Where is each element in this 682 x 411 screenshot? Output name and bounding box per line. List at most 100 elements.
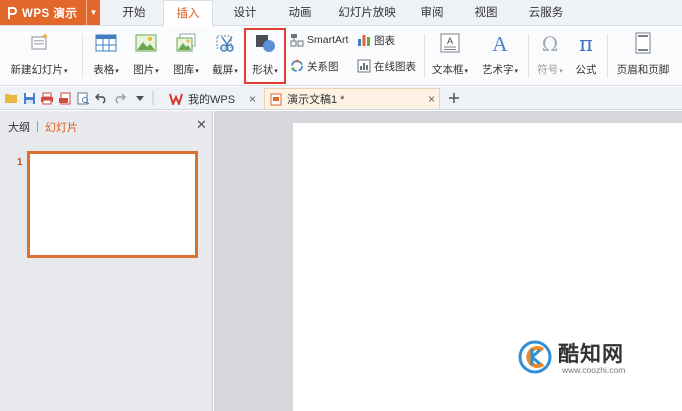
tab-view[interactable]: 视图 <box>466 0 506 26</box>
close-panel-icon[interactable]: ✕ <box>196 117 207 133</box>
gallery-button[interactable]: 图库▾ <box>168 30 204 80</box>
symbol-label: 符号 <box>537 64 559 76</box>
tab-animation[interactable]: 动画 <box>280 0 320 26</box>
screenshot-label: 截屏 <box>212 64 234 76</box>
screenshot-dropdown-icon: ▾ <box>234 68 238 75</box>
tab-cloud[interactable]: 云服务 <box>521 0 571 26</box>
undo-icon[interactable] <box>94 91 108 105</box>
quick-access-bar: 我的WPS × 演示文稿1 * × <box>0 87 682 110</box>
print-icon[interactable] <box>40 91 54 105</box>
print-preview-icon[interactable] <box>76 91 90 105</box>
svg-text:A: A <box>447 36 453 46</box>
new-slide-label: 新建幻灯片 <box>10 64 63 76</box>
presentation-file-icon <box>268 92 284 106</box>
table-button[interactable]: 表格▾ <box>88 30 124 80</box>
formula-button[interactable]: π 公式 <box>570 30 602 80</box>
header-footer-icon <box>632 32 654 54</box>
watermark-name: 酷知网 <box>558 343 624 366</box>
wps-logo-icon <box>5 6 19 20</box>
svg-text:A: A <box>492 32 508 54</box>
tab-home[interactable]: 开始 <box>114 0 154 26</box>
smartart-button[interactable]: SmartArt <box>290 32 348 48</box>
relation-diagram-icon <box>290 59 304 73</box>
app-name: WPS 演示 <box>22 7 78 20</box>
export-pdf-icon[interactable] <box>58 91 72 105</box>
watermark-url: www.coozhi.com <box>562 365 626 375</box>
ribbon-divider <box>424 34 425 78</box>
ribbon-insert: 新建幻灯片▾ 表格▾ 图片▾ 图库▾ 截屏▾ 形状▾ SmartArt 图表 关… <box>0 26 682 86</box>
chart-icon <box>357 33 371 47</box>
symbol-dropdown-icon: ▾ <box>559 68 563 75</box>
tab-my-wps[interactable]: 我的WPS × <box>168 88 258 109</box>
formula-label: 公式 <box>575 64 597 76</box>
online-chart-button[interactable]: 在线图表 <box>357 58 416 74</box>
textbox-dropdown-icon: ▾ <box>464 68 468 75</box>
screenshot-button[interactable]: 截屏▾ <box>207 30 243 80</box>
svg-text:π: π <box>579 32 593 54</box>
panel-tabs: 大纲 幻灯片 ✕ <box>0 111 213 139</box>
symbol-button[interactable]: Ω 符号▾ <box>532 30 568 80</box>
shape-highlight-box <box>244 28 286 84</box>
new-tab-plus-icon[interactable] <box>447 91 461 105</box>
close-tab-icon[interactable]: × <box>249 92 256 106</box>
close-document-tab-icon[interactable]: × <box>428 92 435 106</box>
customize-quick-access-icon[interactable] <box>134 91 146 105</box>
slide-number: 1 <box>17 157 23 168</box>
ribbon-divider <box>607 34 608 78</box>
tab-document-label: 演示文稿1 * <box>287 94 345 106</box>
picture-icon <box>135 32 157 54</box>
table-label: 表格 <box>93 64 115 76</box>
omega-symbol-icon: Ω <box>539 32 561 54</box>
tab-slides[interactable]: 幻灯片 <box>45 119 78 135</box>
slides-panel: 大纲 幻灯片 ✕ 1 <box>0 111 213 411</box>
wordart-icon: A <box>489 32 511 54</box>
gallery-dropdown-icon: ▾ <box>195 68 199 75</box>
app-menu-dropdown-icon[interactable]: ▼ <box>86 0 100 25</box>
ribbon-divider <box>82 34 83 78</box>
tab-insert[interactable]: 插入 <box>163 0 213 26</box>
save-icon[interactable] <box>22 91 36 105</box>
watermark: 酷知网 www.coozhi.com <box>518 338 668 382</box>
new-slide-dropdown-icon: ▾ <box>63 68 68 75</box>
tab-document[interactable]: 演示文稿1 * × <box>264 88 440 109</box>
svg-text:Ω: Ω <box>542 32 559 54</box>
tab-review[interactable]: 审阅 <box>412 0 452 26</box>
new-slide-button[interactable]: 新建幻灯片▾ <box>4 30 74 80</box>
wps-w-logo-icon <box>168 92 184 106</box>
relation-diagram-label: 关系图 <box>307 60 339 73</box>
picture-label: 图片 <box>133 64 155 76</box>
chart-label: 图表 <box>374 34 395 47</box>
redo-icon[interactable] <box>112 91 126 105</box>
screenshot-icon <box>214 32 236 54</box>
tab-my-wps-label: 我的WPS <box>188 93 236 106</box>
gallery-icon <box>175 32 197 54</box>
online-chart-icon <box>357 59 371 73</box>
wordart-label: 艺术字 <box>481 64 514 76</box>
panel-tab-divider <box>37 121 38 132</box>
tab-slideshow[interactable]: 幻灯片放映 <box>334 0 400 26</box>
table-icon <box>95 32 117 54</box>
tab-design[interactable]: 设计 <box>225 0 265 26</box>
textbox-icon: A <box>439 32 461 54</box>
picture-button[interactable]: 图片▾ <box>128 30 164 80</box>
menu-bar: WPS 演示 ▼ 开始 插入 设计 动画 幻灯片放映 审阅 视图 云服务 <box>0 0 682 26</box>
open-folder-icon[interactable] <box>4 91 18 105</box>
slide-thumbnail[interactable] <box>27 151 198 258</box>
ribbon-divider <box>528 34 529 78</box>
wordart-button[interactable]: A 艺术字▾ <box>478 30 522 80</box>
pi-formula-icon: π <box>575 32 597 54</box>
chart-button[interactable]: 图表 <box>357 32 395 48</box>
textbox-label: 文本框 <box>431 64 464 76</box>
tab-outline[interactable]: 大纲 <box>8 119 30 135</box>
online-chart-label: 在线图表 <box>374 60 416 73</box>
gallery-label: 图库 <box>173 64 195 76</box>
header-footer-label: 页眉和页脚 <box>616 64 670 76</box>
app-menu-button[interactable]: WPS 演示 ▼ <box>0 0 100 25</box>
header-footer-button[interactable]: 页眉和页脚 <box>612 30 674 80</box>
wordart-dropdown-icon: ▾ <box>514 68 518 75</box>
table-dropdown-icon: ▾ <box>115 68 119 75</box>
textbox-button[interactable]: A 文本框▾ <box>428 30 472 80</box>
coozhi-logo-icon <box>518 340 552 374</box>
relation-diagram-button[interactable]: 关系图 <box>290 58 339 74</box>
quick-access-separator <box>150 91 156 105</box>
